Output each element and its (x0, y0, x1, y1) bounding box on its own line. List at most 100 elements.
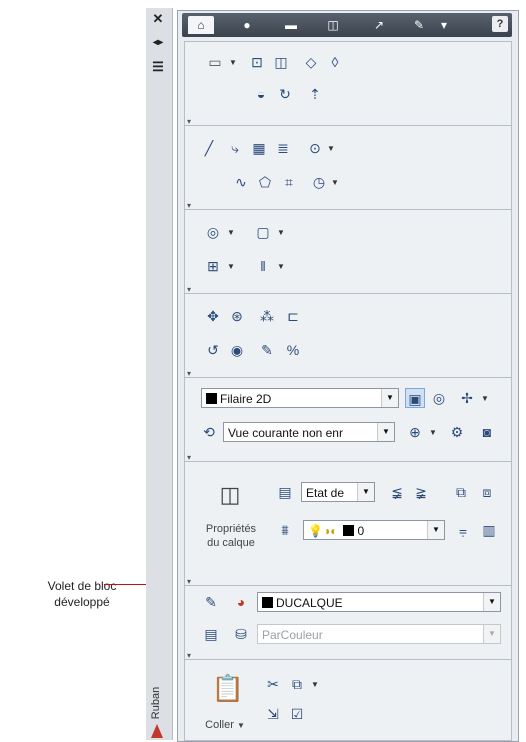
copy-objects-icon[interactable]: ⁂ (257, 306, 277, 326)
3d-rotate-icon[interactable]: ⊛ (227, 306, 247, 326)
brush-icon[interactable]: ✎ (257, 340, 277, 360)
panel-view: Filaire 2D ▼ ▣ ◎ ✢ ▼ ⟲ Vue courante non … (184, 377, 512, 463)
layer-isolate-icon[interactable]: ⧉ (451, 482, 471, 502)
new-view-icon[interactable]: ◙ (477, 422, 497, 442)
circle-dropdown-icon[interactable]: ▼ (327, 144, 335, 153)
make-current-icon[interactable]: ≨ (387, 482, 407, 502)
properties-menu-icon[interactable]: ☰ (150, 60, 166, 74)
spline-icon[interactable]: ∿ (231, 172, 251, 192)
zoom-icon[interactable]: ⊕ (405, 422, 425, 442)
tab-solid[interactable]: ● (234, 16, 260, 34)
plot-style-select[interactable]: ParCouleur ▼ (257, 624, 501, 644)
visual-style-select[interactable]: Filaire 2D ▼ (201, 388, 399, 408)
paste-special-icon[interactable]: ☑ (287, 704, 307, 724)
polygon-icon[interactable]: ⬠ (255, 172, 275, 192)
panel-solid-editing: ◎ ▼ ▢ ▼ ⊞ ▼ ‖ ▼ ▾ (184, 209, 512, 295)
visual-style-preview-icon (206, 393, 217, 404)
color-wheel-icon[interactable]: ◕ (231, 592, 251, 612)
close-icon[interactable]: ✕ (150, 12, 166, 26)
arc-dropdown-icon[interactable]: ▼ (331, 178, 339, 187)
scale-icon[interactable]: % (283, 340, 303, 360)
extrude-faces-icon[interactable]: ⊞ (203, 256, 223, 276)
layer-previous-icon[interactable]: ⩦ (453, 520, 473, 540)
list-icon[interactable]: ▤ (201, 624, 221, 644)
box-icon[interactable]: ▭ (205, 52, 225, 72)
visual-style-value: Filaire 2D (220, 392, 272, 406)
layer-state-icon[interactable]: ▤ (275, 482, 295, 502)
union-dropdown-icon[interactable]: ▼ (227, 228, 235, 237)
plot-style-icon[interactable]: ⛁ (231, 624, 251, 644)
layer-state-select[interactable]: Etat de ▼ (301, 482, 375, 502)
tab-home[interactable]: ⌂ (188, 16, 214, 34)
tab-annotate[interactable]: ↗ (366, 16, 392, 34)
box-dropdown-icon[interactable]: ▼ (229, 58, 237, 67)
panel-layers: ◫ Propriétés du calque ▤ Etat de ▼ ≨ ≩ ⧉… (184, 461, 512, 587)
match-layer-icon[interactable]: ≩ (411, 482, 431, 502)
arc-icon[interactable]: ◷ (309, 172, 329, 192)
faces-dropdown-icon[interactable]: ▼ (227, 262, 235, 271)
separate-dropdown-icon[interactable]: ▼ (277, 262, 285, 271)
layer-select[interactable]: 💡◑◐ 0 ▼ (303, 520, 445, 540)
palette-side-strip: ✕ ◂▸ ☰ Ruban (146, 8, 173, 740)
array-icon[interactable]: ◉ (227, 340, 247, 360)
layer-freeze-icon[interactable]: ▥ (479, 520, 499, 540)
named-view-value: Vue courante non enr (228, 426, 343, 440)
layer-properties-label[interactable]: Propriétés du calque (195, 522, 267, 550)
align-icon[interactable]: ⊏ (283, 306, 303, 326)
chevron-down-icon[interactable]: ▼ (381, 389, 398, 407)
extract-dropdown-icon[interactable]: ▼ (277, 228, 285, 237)
extract-edges-icon[interactable]: ▢ (253, 222, 273, 242)
presspull-icon[interactable]: ◫ (271, 52, 291, 72)
eraser-icon[interactable]: ◇ (301, 52, 321, 72)
tab-render[interactable]: ◫ (320, 16, 346, 34)
tab-tools[interactable]: ✎ (406, 16, 432, 34)
hatch-icon[interactable]: ▦ (249, 138, 269, 158)
help-button[interactable]: ? (492, 16, 508, 32)
chevron-down-icon[interactable]: ▼ (427, 521, 444, 539)
extrude-icon[interactable]: ⊡ (247, 52, 267, 72)
tab-overflow[interactable]: ▾ (434, 16, 454, 34)
line-icon[interactable]: ╱ (199, 138, 219, 158)
move-icon[interactable]: ✥ (203, 306, 223, 326)
layer-properties-icon[interactable]: ◫ (213, 480, 247, 510)
sweep-icon[interactable]: ↻ (275, 84, 295, 104)
visual-style-realistic-icon[interactable]: ◎ (429, 388, 449, 408)
cut-icon[interactable]: ✂ (263, 674, 283, 694)
chevron-down-icon[interactable]: ▼ (483, 625, 500, 643)
separate-icon[interactable]: ‖ (253, 256, 273, 276)
color-swatch (262, 597, 273, 608)
chevron-down-icon[interactable]: ▼ (377, 423, 394, 441)
dock-toggle-icon[interactable]: ◂▸ (150, 36, 166, 50)
layer-walk-icon[interactable]: ⩩ (275, 520, 295, 540)
copy-dropdown-icon[interactable]: ▼ (311, 680, 319, 689)
paste-icon[interactable]: 📋 (211, 672, 245, 704)
loft-icon[interactable]: ⇡ (305, 84, 325, 104)
plot-style-value: ParCouleur (262, 628, 323, 642)
visual-style-shaded-icon[interactable]: ▣ (405, 388, 425, 408)
copy-icon[interactable]: ⧉ (287, 674, 307, 694)
rotate-icon[interactable]: ↺ (203, 340, 223, 360)
paste-button[interactable]: Coller ▼ (197, 718, 253, 733)
navigation-dropdown-icon[interactable]: ▼ (481, 394, 489, 403)
view-manager-icon[interactable]: ⟲ (199, 422, 219, 442)
polyline-icon[interactable]: ⤷ (225, 138, 245, 158)
color-value: DUCALQUE (276, 596, 343, 610)
circle-icon[interactable]: ⊙ (305, 138, 325, 158)
chevron-down-icon[interactable]: ▼ (483, 593, 500, 611)
match-properties-icon[interactable]: ✎ (201, 592, 221, 612)
copy-with-basepoint-icon[interactable]: ⇲ (263, 704, 283, 724)
region-icon[interactable]: ≣ (273, 138, 293, 158)
navigation-icon[interactable]: ✢ (457, 388, 477, 408)
tab-mesh[interactable]: ▬ (278, 16, 304, 34)
zoom-dropdown-icon[interactable]: ▼ (429, 428, 437, 437)
layer-unisolate-icon[interactable]: ⧈ (477, 482, 497, 502)
paste-label: Coller (205, 719, 234, 731)
color-select[interactable]: DUCALQUE ▼ (257, 592, 501, 612)
smooth-icon[interactable]: ◊ (325, 52, 345, 72)
union-icon[interactable]: ◎ (203, 222, 223, 242)
revolve-icon[interactable]: ◒ (251, 84, 271, 104)
named-view-select[interactable]: Vue courante non enr ▼ (223, 422, 395, 442)
chevron-down-icon[interactable]: ▼ (357, 483, 374, 501)
rectangle-icon[interactable]: ⌗ (279, 172, 299, 192)
camera-icon[interactable]: ⚙ (447, 422, 467, 442)
